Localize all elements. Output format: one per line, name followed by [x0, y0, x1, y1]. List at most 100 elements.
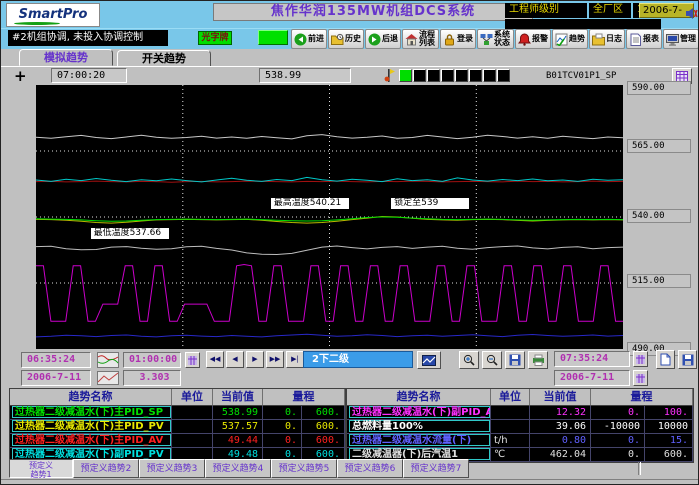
start-time-field[interactable]: 06:35:24	[21, 352, 91, 368]
y-axis-tick: 515.00	[627, 274, 691, 288]
cursor-value-box[interactable]: 538.99	[259, 68, 351, 83]
tab-strip-divider	[638, 462, 641, 475]
status-indicator-lamp	[258, 30, 288, 45]
group-browse-button[interactable]	[417, 351, 441, 369]
pen-slot-6[interactable]	[469, 69, 482, 82]
tab-switch-trend[interactable]: 开关趋势	[117, 50, 211, 67]
toolbar-button-label: 登录	[457, 35, 473, 43]
trend-group-select[interactable]: 2下二级	[303, 351, 413, 368]
step-back-button[interactable]: ◀	[226, 351, 244, 368]
toolbar-button-alarm[interactable]: 报警	[515, 29, 551, 49]
pen-slot-4[interactable]	[441, 69, 454, 82]
trend-name-cell[interactable]: 过热器二级减温水(下)主PID_AV	[10, 434, 172, 448]
range-max-cell: 600.	[302, 420, 345, 434]
play-button[interactable]: ▶	[246, 351, 264, 368]
pen-slot-2[interactable]	[413, 69, 426, 82]
print-trend-button[interactable]	[528, 351, 548, 369]
end-date-field[interactable]: 2006-7-11	[554, 370, 630, 386]
toolbar-button-manage[interactable]: 管理	[663, 29, 699, 49]
range-min-cell: -10000	[591, 420, 645, 434]
predefined-trend-tab-1[interactable]: 预定义趋势1	[9, 459, 73, 478]
marker-flag-icon[interactable]	[383, 68, 396, 83]
toolbar-button-trend[interactable]: 趋势	[552, 29, 588, 49]
toolbar-button-label: 日志	[606, 35, 622, 43]
header-name: 趋势名称	[10, 389, 172, 406]
annunciator-button[interactable]: 光字牌	[198, 31, 232, 45]
range-min-cell: 0.	[591, 448, 645, 462]
trend-table-right: 趋势名称单位当前值量程过热器二级减温水(下)副PID_AV12.320.100.…	[346, 388, 694, 463]
single-trend-icon[interactable]	[97, 370, 119, 384]
toolbar-button-label: 系统状态	[494, 31, 511, 47]
playback-controls: ◀◀◀▶▶▶▶|	[206, 351, 304, 368]
interval-field[interactable]: 3.303	[123, 370, 181, 386]
end-time-field[interactable]: 07:35:24	[554, 351, 630, 367]
zoom-in-button[interactable]	[459, 351, 479, 369]
pen-slot-8[interactable]	[497, 69, 510, 82]
trend-name-cell[interactable]: 过热器二级减温水(下)主PID_PV	[10, 420, 172, 434]
toolbar-button-label: 报表	[643, 35, 659, 43]
range-max-cell: 600.	[645, 448, 693, 462]
pen-slot-7[interactable]	[483, 69, 496, 82]
predefined-trend-tabs: 预定义趋势1预定义趋势2预定义趋势3预定义趋势4预定义趋势5预定义趋势6预定义趋…	[9, 459, 469, 478]
end-time-picker-button[interactable]	[633, 351, 648, 367]
toolbar-button-flow-list[interactable]: 流程列表	[402, 29, 439, 49]
zoom-out-button[interactable]	[482, 351, 502, 369]
trend-plot[interactable]: 最高温度540.21锁定至539最低温度537.66	[36, 85, 623, 349]
crosshair-cursor-icon[interactable]: +	[14, 67, 27, 85]
end-date-picker-button[interactable]	[633, 370, 648, 386]
trend-name-cell[interactable]: 过热器二级减温水(下)副PID_AV	[347, 406, 491, 420]
predefined-trend-tab-4[interactable]: 预定义趋势4	[205, 459, 271, 478]
cursor-time-box[interactable]: 07:00:20	[51, 68, 127, 83]
new-trend-button[interactable]	[656, 350, 675, 369]
toolbar-button-label: 历史	[345, 35, 361, 43]
table-row[interactable]: 过热器二级减温水流量(下)t/h0.800.15.	[347, 434, 693, 448]
header-range: 量程	[591, 389, 693, 406]
toolbar-button-back[interactable]: 后退	[365, 29, 401, 49]
dcs-window: SmartPro 焦作华润135MW机组DCS系统 工程师级别 全厂区 15:3…	[0, 0, 699, 485]
duration-picker-button[interactable]	[185, 352, 200, 368]
predefined-trend-tab-2[interactable]: 预定义趋势2	[73, 459, 139, 478]
toolbar-button-report[interactable]: 报表	[626, 29, 662, 49]
toolbar-button-system-status[interactable]: 系统状态	[477, 29, 514, 49]
logo-swoosh	[14, 22, 60, 25]
duration-field[interactable]: 01:00:00	[123, 352, 181, 368]
predefined-trend-tab-3[interactable]: 预定义趋势3	[139, 459, 205, 478]
toolbar-button-forward[interactable]: 前进	[291, 29, 327, 49]
fast-forward-button[interactable]: ▶▶	[266, 351, 284, 368]
table-row[interactable]: 过热器二级减温水(下)副PID_AV12.320.100.	[347, 406, 693, 420]
save-config-button[interactable]	[678, 350, 697, 369]
current-value-cell: 39.06	[530, 420, 591, 434]
toolbar-button-history[interactable]: 历史	[328, 29, 364, 49]
save-trend-button[interactable]	[505, 351, 525, 369]
table-row[interactable]: 总燃料量100% 39.06-1000010000	[347, 420, 693, 434]
lock-icon	[443, 33, 456, 46]
chart-annotation: 最低温度537.66	[91, 228, 169, 239]
start-date-field[interactable]: 2006-7-11	[21, 370, 91, 386]
predefined-trend-tab-5[interactable]: 预定义趋势5	[271, 459, 337, 478]
pen-slot-3[interactable]	[427, 69, 440, 82]
tab-analog-trend[interactable]: 模拟趋势	[19, 49, 113, 66]
jump-end-button[interactable]: ▶|	[286, 351, 304, 368]
trend-name-cell[interactable]: 总燃料量100%	[347, 420, 491, 434]
multi-trend-icon[interactable]	[97, 352, 119, 368]
predefined-trend-tab-7[interactable]: 预定义趋势7	[403, 459, 469, 478]
table-row[interactable]: 过热器二级减温水(下)主PID_SP538.990.600.	[10, 406, 345, 420]
range-max-cell: 10000	[645, 420, 693, 434]
tab-baseline	[1, 66, 699, 67]
home-icon	[405, 33, 418, 46]
trend-icon	[555, 33, 568, 46]
pen-slot-5[interactable]	[455, 69, 468, 82]
table-row[interactable]: 过热器二级减温水(下)主PID_PV537.570.600.	[10, 420, 345, 434]
rewind-button[interactable]: ◀◀	[206, 351, 224, 368]
table-row[interactable]: 过热器二级减温水(下)主PID_AV49.440.600.	[10, 434, 345, 448]
unit-cell: t/h	[491, 434, 530, 448]
trend-name-cell[interactable]: 过热器二级减温水流量(下)	[347, 434, 491, 448]
pen-slot-1[interactable]	[399, 69, 412, 82]
toolbar-button-log[interactable]: 日志	[589, 29, 625, 49]
toolbar-button-login[interactable]: 登录	[440, 29, 476, 49]
range-max-cell: 15.	[645, 434, 693, 448]
speaker-icon[interactable]	[685, 5, 698, 18]
trend-name-cell[interactable]: 过热器二级减温水(下)主PID_SP	[10, 406, 172, 420]
predefined-trend-tab-6[interactable]: 预定义趋势6	[337, 459, 403, 478]
trend-name-label: 总燃料量100%	[349, 420, 490, 432]
